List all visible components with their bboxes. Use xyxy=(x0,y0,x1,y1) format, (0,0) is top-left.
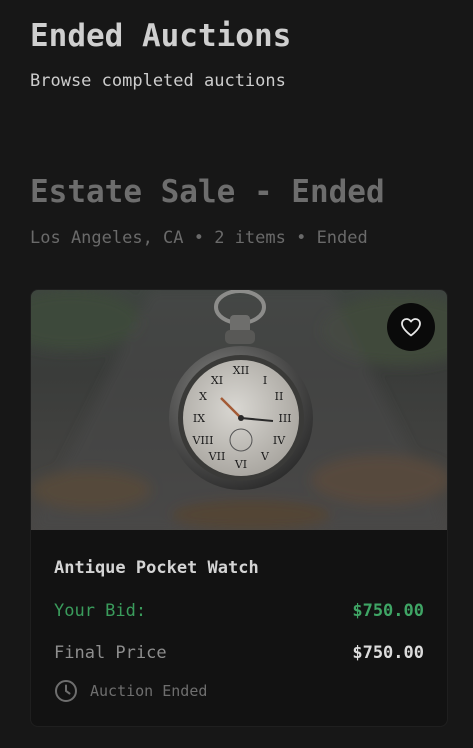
your-bid-row: Your Bid: $750.00 xyxy=(54,599,424,623)
final-price-label: Final Price xyxy=(54,643,167,663)
auction-item-card[interactable]: XII III VI IX I II IV V VII VIII X XI An… xyxy=(30,289,448,727)
final-price-value: $750.00 xyxy=(352,643,424,663)
heart-outline-icon xyxy=(401,318,421,337)
favorite-button[interactable] xyxy=(387,303,435,351)
svg-text:XI: XI xyxy=(211,374,223,387)
svg-text:VI: VI xyxy=(234,458,247,471)
final-price-row: Final Price $750.00 xyxy=(54,641,424,665)
your-bid-value: $750.00 xyxy=(352,601,424,621)
svg-text:XII: XII xyxy=(233,364,250,377)
svg-text:I: I xyxy=(263,374,267,387)
svg-text:IV: IV xyxy=(273,434,286,447)
status-text: Auction Ended xyxy=(90,682,208,700)
clock-icon xyxy=(55,680,77,702)
svg-text:X: X xyxy=(199,390,207,403)
svg-text:VIII: VIII xyxy=(192,434,214,447)
item-name[interactable]: Antique Pocket Watch xyxy=(54,556,259,580)
sale-title: Estate Sale - Ended xyxy=(30,174,385,210)
svg-text:VII: VII xyxy=(208,450,226,463)
svg-text:II: II xyxy=(275,390,284,403)
page-subtitle: Browse completed auctions xyxy=(30,71,286,91)
sale-meta: Los Angeles, CA • 2 items • Ended xyxy=(30,228,368,248)
svg-text:IX: IX xyxy=(193,412,205,425)
item-image[interactable]: XII III VI IX I II IV V VII VIII X XI xyxy=(31,290,448,530)
auction-status: Auction Ended xyxy=(54,679,207,703)
svg-text:V: V xyxy=(260,450,270,463)
your-bid-label: Your Bid: xyxy=(54,601,147,621)
svg-text:III: III xyxy=(278,412,291,425)
page-title: Ended Auctions xyxy=(30,18,292,54)
